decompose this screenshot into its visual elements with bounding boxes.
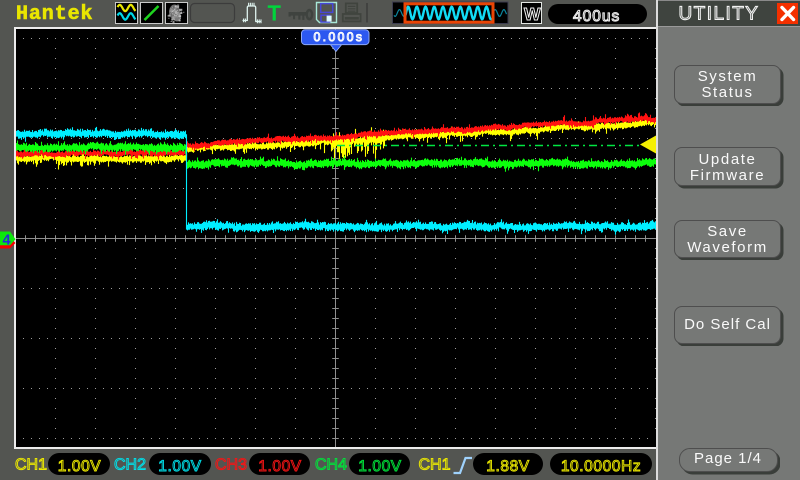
svg-text:0.000s: 0.000s: [314, 30, 365, 44]
svg-text:W: W: [524, 4, 541, 24]
svg-text:CH4: CH4: [315, 456, 347, 473]
svg-text:1.00V: 1.00V: [158, 458, 202, 475]
svg-text:400us: 400us: [573, 8, 620, 25]
svg-text:1.00V: 1.00V: [358, 458, 402, 475]
svg-text:1.00V: 1.00V: [58, 458, 102, 475]
svg-text:1.88V: 1.88V: [486, 458, 530, 475]
svg-text:1.00V: 1.00V: [258, 458, 302, 475]
svg-text:CH1: CH1: [15, 456, 47, 473]
svg-text:CH1: CH1: [419, 456, 451, 473]
svg-text:UTILITY: UTILITY: [679, 4, 760, 25]
svg-text:10.0000Hz: 10.0000Hz: [561, 458, 641, 475]
svg-text:CH3: CH3: [215, 456, 247, 473]
svg-text:CH2: CH2: [114, 456, 146, 473]
